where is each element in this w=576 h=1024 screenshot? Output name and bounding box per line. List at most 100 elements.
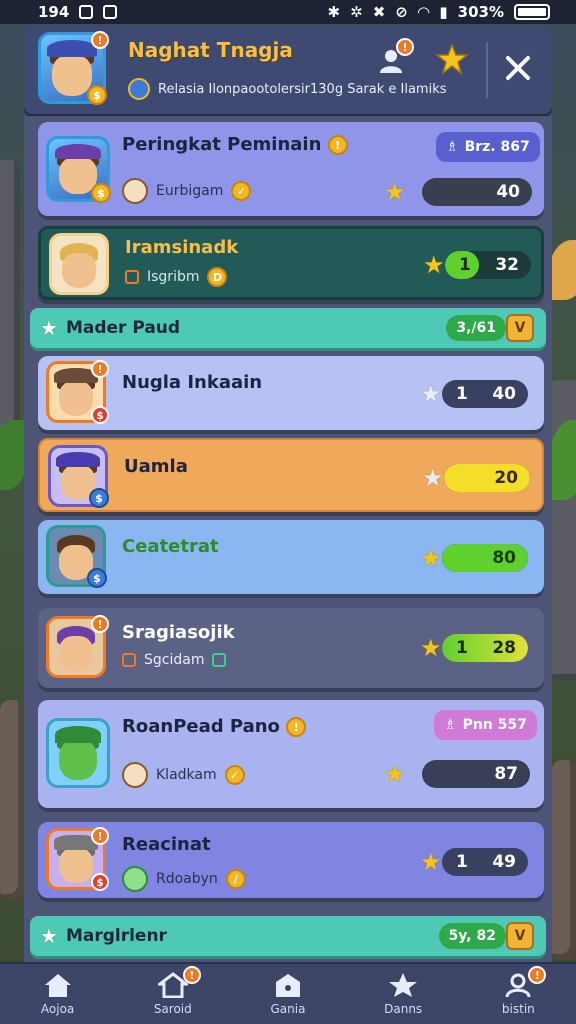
player-meta: Eurbigam ✓: [122, 178, 252, 204]
friends-badge: !: [396, 38, 414, 56]
player-avatar: ! $: [46, 360, 109, 424]
status-time: 194: [38, 3, 70, 21]
list-item[interactable]: RoanPead Pano ! Kladkam ✓ ♗ Pnn 557 ★ 87: [38, 700, 544, 808]
player-avatar[interactable]: ! $: [38, 31, 109, 105]
player-avatar: [49, 233, 109, 295]
header-bar: ! $ Naghat Tnagja Relasia Ilonpaootolers…: [24, 26, 552, 114]
rank-badge: ♗ Pnn 557: [434, 710, 537, 740]
score-bar: 80: [442, 544, 528, 572]
list-item[interactable]: Iramsinadk Isgribm D ★ 1 32: [38, 226, 544, 300]
player-meta: Rdoabyn /: [122, 866, 246, 892]
nfc-icon: ✖: [372, 3, 386, 21]
globe-icon: [128, 78, 150, 100]
score-bar: 40: [422, 178, 532, 206]
coin-icon: ✓: [224, 765, 245, 785]
star-icon: [389, 973, 418, 997]
notification-icon: [79, 5, 94, 19]
score-bar: 1 32: [445, 251, 531, 279]
list-item[interactable]: $ Ceatetrat ★ 80: [38, 520, 544, 594]
section-count: 3,/61: [446, 315, 506, 341]
player-name: Sragiasojik: [122, 622, 235, 643]
star-icon: ★: [40, 316, 58, 340]
player-avatar: ! $: [46, 827, 109, 891]
player-name: Reacinat: [122, 834, 211, 855]
trophy-icon: ♗: [446, 139, 459, 155]
gift-icon: [122, 762, 148, 788]
star-icon: ★: [384, 178, 406, 206]
signal-icon: ▮: [439, 3, 448, 21]
close-icon: [506, 56, 530, 80]
score-bar: 1 40: [442, 380, 528, 408]
nav-item-hut[interactable]: Gania: [238, 972, 338, 1016]
leaderboard-list[interactable]: $ Peringkat Peminain ! Eurbigam ✓ ♗ Brz.…: [24, 116, 552, 962]
gallery-icon: [103, 5, 118, 19]
nav-item-house[interactable]: ! Saroid: [123, 966, 223, 1016]
star-icon: ★: [423, 251, 445, 279]
star-icon: ★: [422, 464, 444, 492]
gift-icon: [122, 178, 148, 204]
alarm-icon: ✲: [350, 3, 363, 21]
flag-icon: [122, 653, 136, 667]
shield-icon: V: [506, 922, 534, 950]
badge-icon: [125, 270, 139, 284]
shield-icon: V: [506, 314, 534, 342]
player-avatar: !: [46, 615, 109, 678]
coin-icon: ✓: [231, 181, 252, 201]
header-subtitle-text: Relasia Ilonpaootolersir130g Sarak e Ila…: [158, 81, 447, 97]
bluetooth-icon: ✱: [327, 3, 341, 21]
coin-icon: D: [207, 267, 228, 287]
header-subtitle: Relasia Ilonpaootolersir130g Sarak e Ila…: [128, 78, 488, 100]
achievements-button[interactable]: [432, 40, 472, 80]
coin-icon: !: [327, 135, 348, 155]
player-meta: Isgribm D: [125, 267, 228, 287]
list-item[interactable]: $ Peringkat Peminain ! Eurbigam ✓ ♗ Brz.…: [38, 122, 544, 216]
potion-icon: [122, 866, 148, 892]
score-bar: 1 28: [442, 634, 528, 662]
list-item[interactable]: ! $ Nugla Inkaain ★ 1 40: [38, 356, 544, 430]
friends-button[interactable]: !: [374, 38, 414, 78]
wifi-icon: ◠: [417, 3, 430, 21]
player-name: RoanPead Pano !: [122, 716, 307, 737]
coin-icon: $: [91, 183, 111, 203]
avatar-badge: !: [91, 31, 109, 49]
score-bar: 20: [444, 464, 530, 492]
player-name: Nugla Inkaain: [122, 372, 263, 393]
nav-item-star[interactable]: Danns: [353, 972, 453, 1016]
nav-item-profile[interactable]: ! bistin: [468, 966, 568, 1016]
star-icon: ★: [420, 380, 442, 408]
player-name: Iramsinadk: [125, 237, 239, 258]
player-meta: Kladkam ✓: [122, 762, 245, 788]
list-item[interactable]: $ Uamla ★ 20: [38, 438, 544, 512]
star-icon: ★: [384, 760, 406, 788]
player-avatar: [46, 718, 110, 788]
battery-icon: [514, 4, 550, 20]
list-item[interactable]: ! Sragiasojik Sgcidam ★ 1 28: [38, 608, 544, 688]
star-icon: ★: [420, 634, 442, 662]
trophy-star-icon: [435, 43, 469, 75]
player-avatar: $: [48, 445, 109, 508]
player-name: Ceatetrat: [122, 536, 219, 557]
score-bar: 1 49: [442, 848, 528, 876]
star-icon: ★: [40, 924, 58, 948]
trophy-icon: ♗: [444, 717, 457, 733]
nav-item-home[interactable]: Aojoa: [8, 972, 108, 1016]
rank-badge: ♗ Brz. 867: [436, 132, 540, 162]
close-button[interactable]: [498, 48, 538, 88]
vpn-icon: ⊘: [395, 3, 408, 21]
score-bar: 87: [422, 760, 530, 788]
coin-icon: !: [286, 717, 307, 737]
player-name: Peringkat Peminain !: [122, 134, 348, 155]
player-meta: Sgcidam: [122, 652, 227, 668]
bottom-navigation: Aojoa ! Saroid Gania Danns ! bistin: [0, 962, 576, 1024]
star-icon: ★: [420, 544, 442, 572]
player-name: Uamla: [124, 456, 188, 477]
header-divider: [486, 42, 488, 98]
gem-icon: [212, 653, 227, 667]
battery-percent: 303%: [457, 3, 504, 21]
home-icon: [44, 974, 71, 997]
star-icon: ★: [420, 848, 442, 876]
hut-icon: [275, 974, 300, 997]
section-header: ★ Mader Paud 3,/61 V: [30, 308, 546, 348]
status-bar: 194 ✱ ✲ ✖ ⊘ ◠ ▮ 303%: [0, 0, 576, 24]
list-item[interactable]: ! $ Reacinat Rdoabyn / ★ 1 49: [38, 822, 544, 898]
